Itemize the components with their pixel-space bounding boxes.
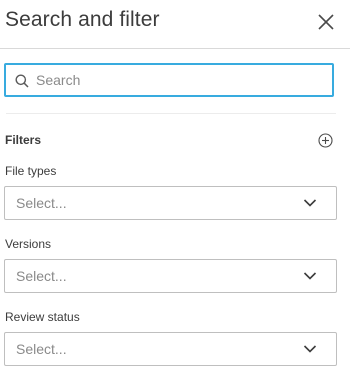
panel-header: Search and filter — [0, 0, 350, 48]
section-divider — [6, 113, 336, 114]
review-status-select-value: Select... — [16, 341, 67, 357]
search-input[interactable] — [36, 65, 326, 95]
search-box[interactable] — [4, 63, 334, 97]
panel-title: Search and filter — [5, 8, 160, 31]
versions-label: Versions — [5, 237, 52, 251]
close-button[interactable] — [316, 12, 336, 32]
file-types-select[interactable]: Select... — [4, 186, 337, 220]
header-divider — [0, 48, 350, 49]
search-icon — [15, 74, 29, 88]
close-icon — [318, 14, 334, 30]
file-types-select-value: Select... — [16, 195, 67, 211]
review-status-select[interactable]: Select... — [4, 332, 337, 366]
filters-heading: Filters — [5, 133, 42, 147]
versions-select-value: Select... — [16, 268, 67, 284]
plus-circle-icon — [318, 133, 333, 148]
chevron-down-icon — [303, 345, 317, 353]
review-status-label: Review status — [5, 310, 80, 324]
add-filter-button[interactable] — [318, 133, 333, 148]
file-types-label: File types — [5, 164, 57, 178]
chevron-down-icon — [303, 272, 317, 280]
chevron-down-icon — [303, 199, 317, 207]
versions-select[interactable]: Select... — [4, 259, 337, 293]
